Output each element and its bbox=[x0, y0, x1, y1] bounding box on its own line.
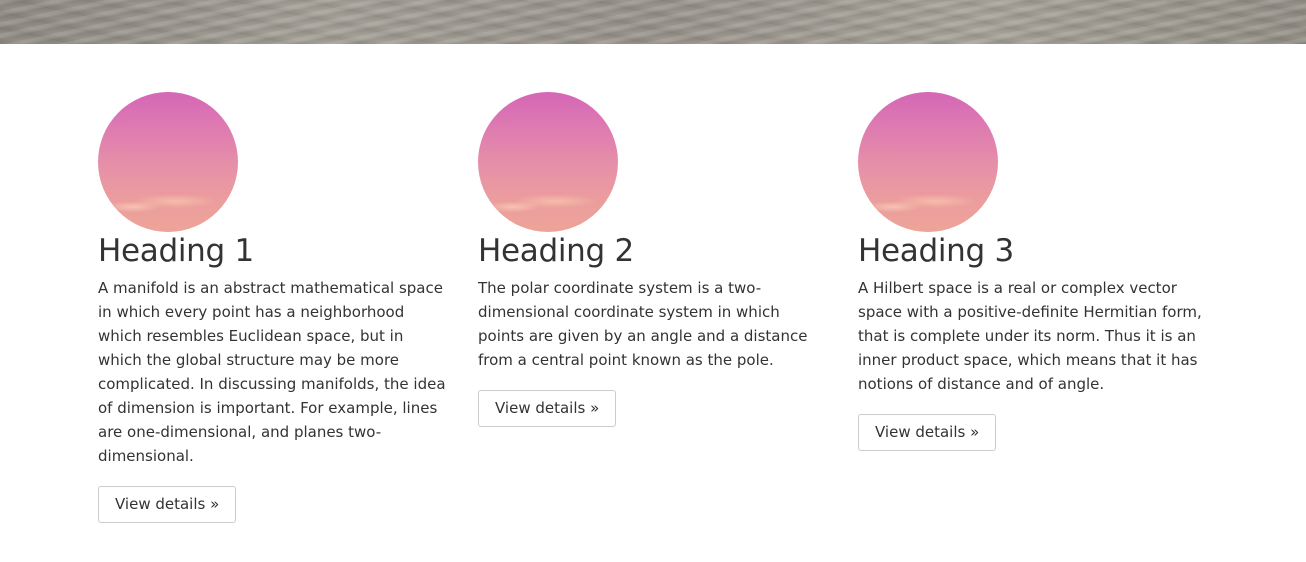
column-text: A manifold is an abstract mathematical s… bbox=[98, 279, 446, 465]
view-details-button[interactable]: View details » bbox=[98, 486, 237, 523]
column-3: Heading 3 A Hilbert space is a real or c… bbox=[858, 92, 1208, 451]
circle-thumbnail-image bbox=[478, 92, 618, 232]
circle-thumbnail-image bbox=[858, 92, 998, 232]
banner-image bbox=[0, 0, 1306, 44]
column-text: A Hilbert space is a real or complex vec… bbox=[858, 279, 1202, 393]
column-heading: Heading 3 bbox=[858, 233, 1014, 269]
view-details-button[interactable]: View details » bbox=[478, 390, 617, 427]
column-text: The polar coordinate system is a two-dim… bbox=[478, 279, 808, 369]
circle-thumbnail-image bbox=[98, 92, 238, 232]
column-1: Heading 1 A manifold is an abstract math… bbox=[98, 92, 448, 523]
column-heading: Heading 1 bbox=[98, 233, 254, 269]
view-details-button[interactable]: View details » bbox=[858, 414, 997, 451]
column-heading: Heading 2 bbox=[478, 233, 634, 269]
column-2: Heading 2 The polar coordinate system is… bbox=[478, 92, 828, 427]
